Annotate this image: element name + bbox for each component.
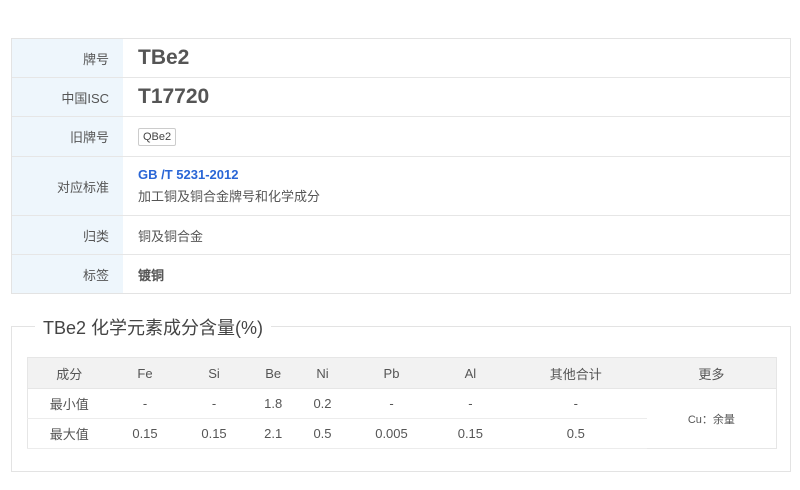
table-cell: 2.1 — [248, 418, 298, 449]
row-tag: 标签 镀铜 — [12, 255, 790, 293]
more-cell: Cu：余量 — [687, 413, 735, 426]
table-cell: - — [504, 388, 647, 419]
label-tag: 标签 — [12, 255, 123, 293]
table-cell: - — [435, 388, 505, 419]
table-cell: 0.5 — [297, 418, 348, 449]
row-label-max: 最大值 — [27, 418, 111, 449]
label-isc: 中国ISC — [12, 78, 123, 116]
header-cell: Al — [435, 357, 505, 389]
standard-link[interactable]: GB /T 5231-2012 — [138, 167, 790, 182]
row-isc: 中国ISC T17720 — [12, 78, 790, 117]
grade-info-table: 牌号 TBe2 中国ISC T17720 旧牌号 QBe2 对应标准 GB /T… — [11, 38, 791, 294]
table-cell: 0.5 — [504, 418, 647, 449]
table-cell: 0.15 — [110, 418, 180, 449]
row-grade: 牌号 TBe2 — [12, 39, 790, 78]
isc-value: T17720 — [138, 85, 210, 108]
header-cell: Be — [248, 357, 298, 389]
table-cell: - — [347, 388, 436, 419]
table-cell: 0.15 — [435, 418, 505, 449]
tag-value[interactable]: 镀铜 — [138, 265, 790, 284]
label-category: 归类 — [12, 216, 123, 254]
header-cell: Ni — [297, 357, 348, 389]
header-cell: 更多 — [646, 357, 777, 389]
old-grade-tag[interactable]: QBe2 — [138, 127, 177, 146]
row-label-min: 最小值 — [27, 388, 111, 419]
grade-value: TBe2 — [138, 46, 190, 69]
header-cell: 其他合计 — [504, 357, 647, 389]
table-cell: - — [179, 388, 249, 419]
header-cell: Fe — [110, 357, 180, 389]
label-standard: 对应标准 — [12, 157, 123, 215]
table-cell: - — [110, 388, 180, 419]
table-cell: 0.005 — [347, 418, 436, 449]
table-cell: 0.15 — [179, 418, 249, 449]
category-value: 铜及铜合金 — [138, 228, 204, 244]
composition-header-row: 成分 Fe Si Be Ni Pb Al 其他合计 更多 — [27, 357, 777, 389]
composition-title: TBe2 化学元素成分含量(%) — [35, 314, 272, 340]
row-standard: 对应标准 GB /T 5231-2012 加工铜及铜合金牌号和化学成分 — [12, 157, 790, 216]
table-cell: 0.2 — [297, 388, 348, 419]
label-grade: 牌号 — [12, 39, 123, 77]
label-old-grade: 旧牌号 — [12, 117, 123, 156]
header-cell: Pb — [347, 357, 436, 389]
header-cell: Si — [179, 357, 249, 389]
table-row: 最小值 - - 1.8 0.2 - - - Cu：余量 — [27, 388, 777, 426]
row-old-grade: 旧牌号 QBe2 — [12, 117, 790, 157]
row-category: 归类 铜及铜合金 — [12, 216, 790, 255]
table-cell: 1.8 — [248, 388, 298, 419]
standard-description: 加工铜及铜合金牌号和化学成分 — [138, 189, 321, 204]
composition-table: 成分 Fe Si Be Ni Pb Al 其他合计 更多 最小值 - - 1.8… — [27, 357, 777, 449]
composition-section: TBe2 化学元素成分含量(%) 成分 Fe Si Be Ni Pb Al 其他… — [11, 314, 791, 472]
header-cell: 成分 — [27, 357, 111, 389]
